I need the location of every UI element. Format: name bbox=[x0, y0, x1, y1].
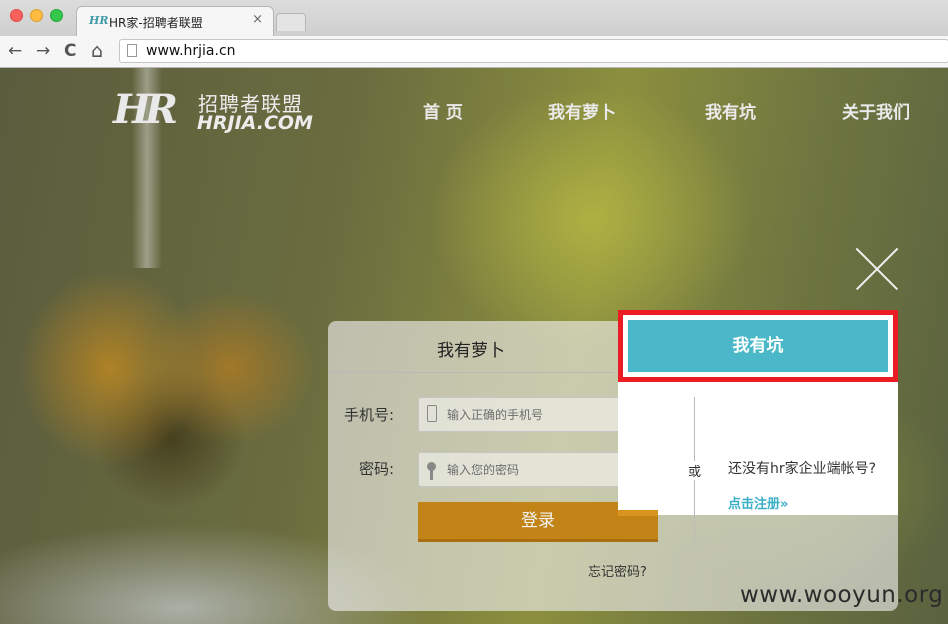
browser-tab[interactable]: HR HR家-招聘者联盟 × bbox=[76, 6, 274, 36]
register-question: 还没有hr家企业端帐号? bbox=[728, 461, 877, 477]
or-separator: 或 bbox=[688, 461, 702, 480]
phone-input[interactable] bbox=[447, 398, 647, 431]
forgot-password-link[interactable]: 忘记密码? bbox=[588, 561, 647, 580]
site-logo-english[interactable]: HRJIA.COM bbox=[197, 112, 313, 134]
reload-icon[interactable]: C bbox=[64, 40, 76, 62]
home-icon[interactable]: ⌂ bbox=[91, 40, 103, 62]
button-edge-strip bbox=[618, 510, 658, 516]
tab-close-icon[interactable]: × bbox=[252, 12, 263, 27]
phone-icon bbox=[427, 405, 437, 422]
window-zoom-button[interactable] bbox=[50, 9, 63, 22]
tab-have-radish[interactable]: 我有萝卜 bbox=[328, 321, 614, 373]
back-arrow-icon[interactable]: ← bbox=[8, 40, 22, 62]
browser-tab-strip: HR HR家-招聘者联盟 × bbox=[0, 0, 948, 36]
url-text[interactable]: www.hrjia.cn bbox=[146, 43, 236, 59]
watermark: www.wooyun.org bbox=[740, 582, 944, 608]
highlight-annotation-box bbox=[618, 310, 898, 382]
window-close-button[interactable] bbox=[10, 9, 23, 22]
tab-have-radish-label: 我有萝卜 bbox=[437, 341, 505, 361]
nav-have-pit[interactable]: 我有坑 bbox=[705, 98, 756, 123]
key-icon bbox=[427, 462, 436, 480]
site-logo-mark[interactable]: HR bbox=[113, 86, 178, 134]
nav-have-radish[interactable]: 我有萝卜 bbox=[548, 98, 616, 123]
address-bar[interactable]: www.hrjia.cn bbox=[119, 39, 948, 63]
close-icon[interactable] bbox=[856, 248, 898, 290]
password-label: 密码: bbox=[359, 460, 395, 478]
page-icon bbox=[127, 44, 137, 57]
window-minimize-button[interactable] bbox=[30, 9, 43, 22]
browser-toolbar: ← → C ⌂ www.hrjia.cn bbox=[0, 36, 948, 68]
register-link[interactable]: 点击注册» bbox=[728, 493, 788, 512]
nav-about-us[interactable]: 关于我们 bbox=[842, 98, 910, 123]
phone-label: 手机号: bbox=[344, 406, 395, 424]
forward-arrow-icon[interactable]: → bbox=[36, 40, 50, 62]
tab-title: HR家-招聘者联盟 bbox=[109, 16, 203, 30]
hr-favicon-icon: HR bbox=[89, 14, 109, 27]
new-tab-button[interactable] bbox=[276, 13, 306, 31]
password-input[interactable] bbox=[447, 453, 647, 486]
nav-home[interactable]: 首 页 bbox=[423, 98, 463, 123]
